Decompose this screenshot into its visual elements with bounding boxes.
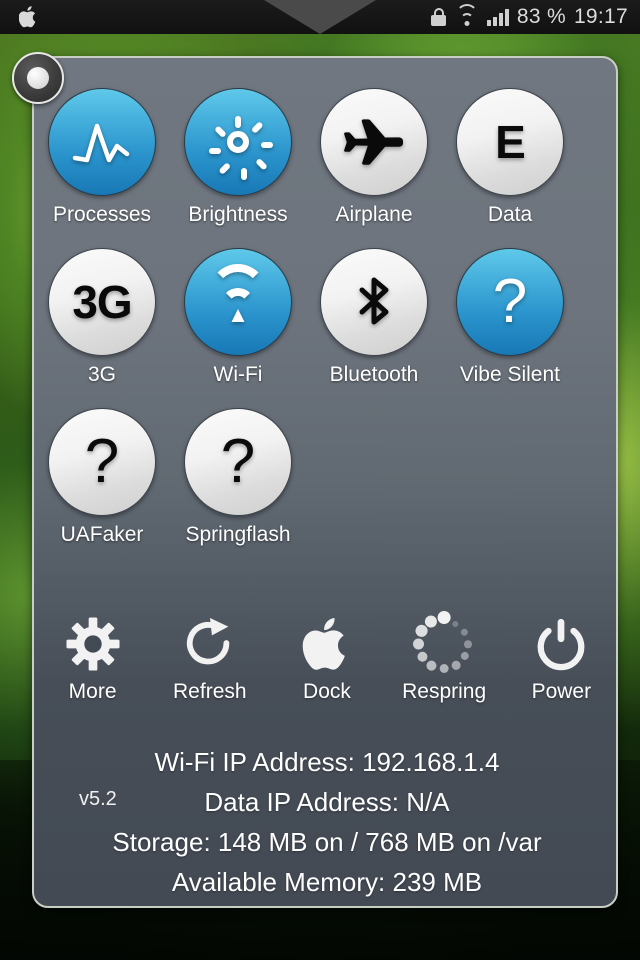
toggle-label: 3G [87,363,116,386]
toggle-vibe-silent[interactable]: ? Vibe Silent [442,248,578,387]
spinner-icon [413,611,474,674]
action-dock[interactable]: Dock [271,616,383,704]
three-g-icon[interactable]: 3G [48,248,156,356]
action-label: Refresh [173,680,247,703]
edge-e-icon-glyph: E [495,116,526,168]
panel-handle-inner [27,67,49,89]
info-line: Available Memory: 239 MB [171,867,483,897]
toggle-label: UAFaker [60,523,144,546]
question-icon-glyph: ? [84,427,120,496]
question-icon[interactable]: ? [456,248,564,356]
refresh-icon [180,616,240,672]
clock: 19:17 [573,5,628,28]
toggle-label: Data [487,203,533,226]
toggle-label: Springflash [185,523,291,546]
waveform-icon[interactable] [48,88,156,196]
toggle-label: Vibe Silent [459,363,561,386]
wifi-icon[interactable] [184,248,292,356]
action-label: Dock [303,680,351,703]
action-row: More Refresh Dock Respring Power [34,611,616,704]
three-g-icon-glyph: 3G [72,276,132,328]
action-label: Respring [402,680,487,703]
toggle-wi-fi[interactable]: Wi-Fi [170,248,306,387]
toggle-label: Bluetooth [329,363,419,386]
toggle-springflash[interactable]: ? Springflash [170,408,306,547]
toggle-label: Airplane [335,203,413,226]
toggle-processes[interactable]: Processes [34,88,170,227]
question-icon[interactable]: ? [48,408,156,516]
gear-icon [63,616,123,672]
toggle-brightness[interactable]: Brightness [170,88,306,227]
waveform-icon-glyph [71,114,133,170]
wifi-icon [455,4,479,27]
toggle-bluetooth[interactable]: Bluetooth [306,248,442,387]
action-power[interactable]: Power [505,616,616,704]
sun-icon[interactable] [184,88,292,196]
question-icon-glyph: ? [492,267,528,336]
toggle-label: Wi-Fi [213,363,263,386]
info-line: Wi-Fi IP Address: 192.168.1.4 [154,747,500,777]
toggle-grid: Processes Brightness Airplane E Data 3G 3G Wi-F… [34,88,616,568]
airplane-icon[interactable] [320,88,428,196]
question-icon-glyph: ? [220,427,256,496]
panel-handle-icon[interactable] [12,52,64,104]
toggle-label: Brightness [188,203,288,226]
toggle-data[interactable]: E Data [442,88,578,227]
toggle-airplane[interactable]: Airplane [306,88,442,227]
sbsettings-panel: Processes Brightness Airplane E Data 3G 3G Wi-F… [32,56,618,908]
action-refresh[interactable]: Refresh [154,616,266,704]
info-line: Data IP Address: N/A [204,787,450,817]
action-label: Power [531,680,592,703]
signal-bars-icon [486,8,509,26]
action-more[interactable]: More [37,616,149,704]
apple-icon [297,616,357,672]
battery-percent: 83 % [516,5,566,28]
bluetooth-icon-glyph [345,274,403,330]
airplane-icon-glyph [343,114,405,170]
toggle-label: Processes [52,203,152,226]
question-icon[interactable]: ? [184,408,292,516]
lock-icon [431,7,447,27]
sun-icon-glyph [209,114,273,180]
info-line: Storage: 148 MB on / 768 MB on /var [112,827,542,857]
action-label: More [68,680,117,703]
edge-e-icon[interactable]: E [456,88,564,196]
action-respring[interactable]: Respring [388,611,500,704]
toggle-3g[interactable]: 3G 3G [34,248,170,387]
toggle-uafaker[interactable]: ? UAFaker [34,408,170,547]
wifi-icon-glyph [208,264,268,324]
version-label: v5.2 [79,788,117,810]
power-icon [531,616,591,672]
bluetooth-icon[interactable] [320,248,428,356]
status-bar-indicators: 83 % 19:17 [431,0,628,34]
status-bar-notch [264,0,376,34]
info-block: Wi-Fi IP Address: 192.168.1.4 Data IP Add… [34,742,616,902]
apple-icon [18,4,40,30]
status-bar: 83 % 19:17 [0,0,640,34]
